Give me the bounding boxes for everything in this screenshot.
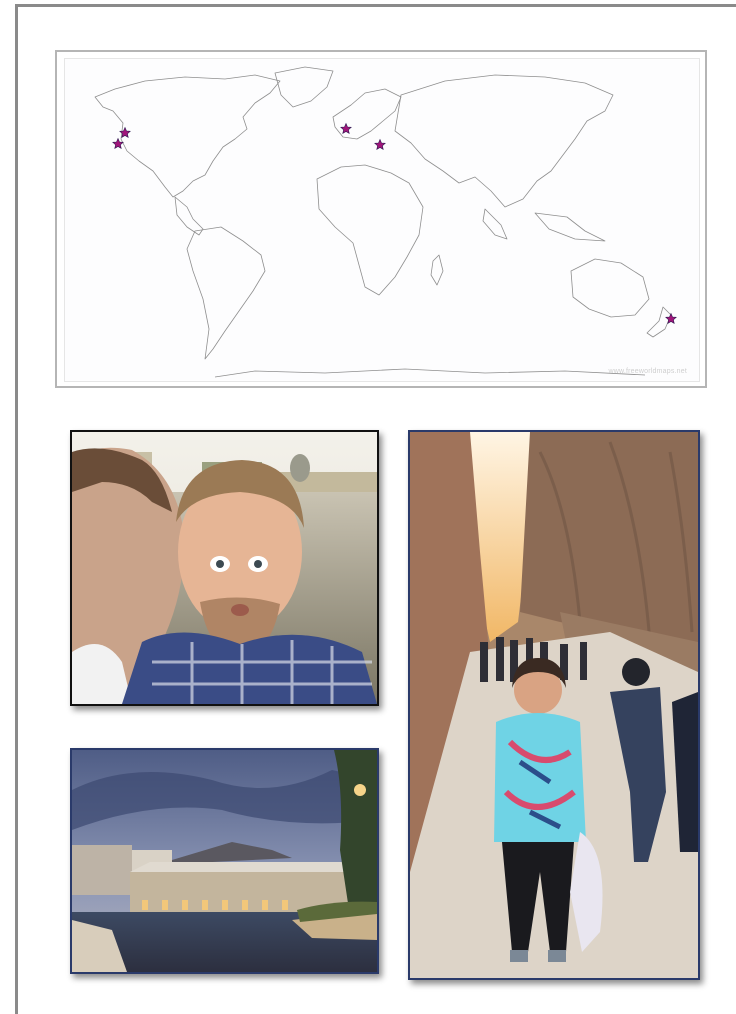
world-map: www.freeworldmaps.net [55,50,707,388]
photo-couple-kiss [70,430,379,706]
world-map-canvas: www.freeworldmaps.net [64,58,700,382]
map-marker-star-central-europe [374,138,386,151]
continent-greenland [274,66,334,108]
continent-asia [394,74,614,208]
continent-south-america [186,226,266,360]
map-marker-star-western-europe [340,122,352,135]
continent-africa [316,164,424,296]
world-map-outline [94,66,677,378]
map-marker-star-new-zealand [665,312,677,325]
map-credit: www.freeworldmaps.net [608,368,687,375]
continent-australia [570,258,650,318]
photo-canyon-path [408,430,700,980]
photo-stone-mill [70,748,379,974]
continent-antarctica [214,368,646,378]
